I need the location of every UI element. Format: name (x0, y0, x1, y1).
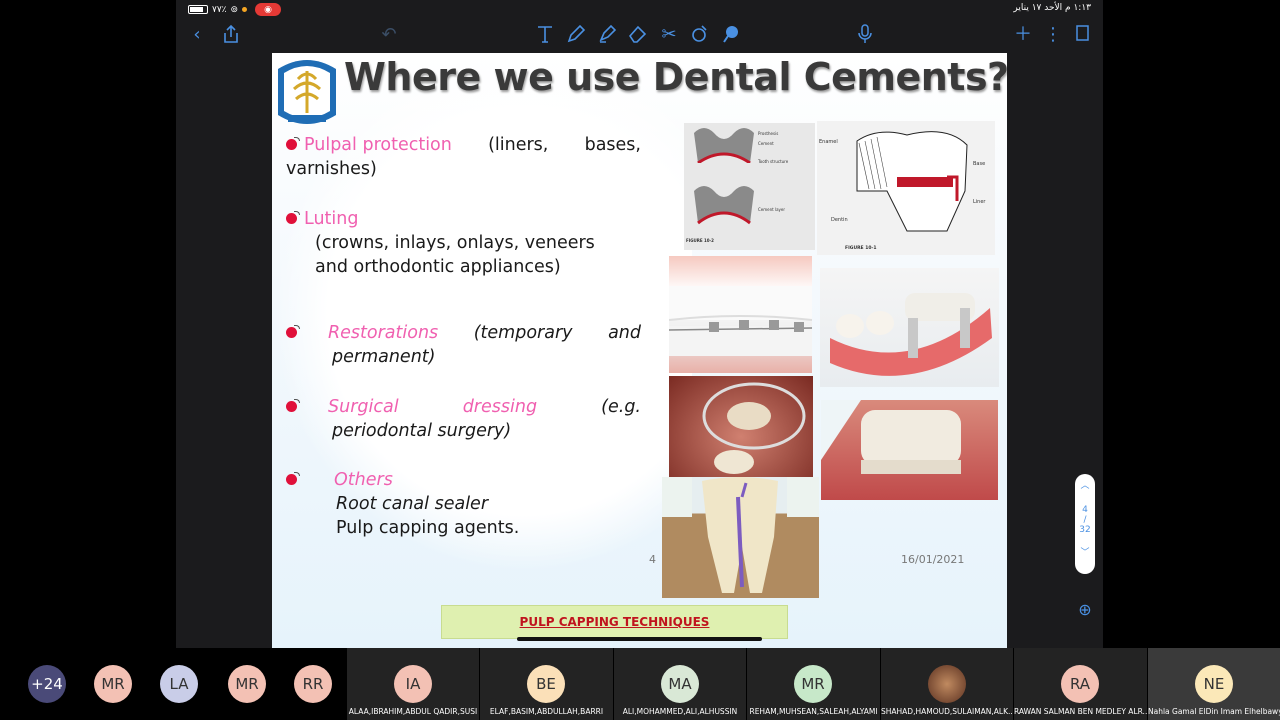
zoom-in-icon[interactable]: ⊕ (1068, 600, 1102, 624)
text-tool-icon[interactable] (534, 24, 556, 46)
home-indicator[interactable] (517, 637, 762, 641)
add-icon[interactable]: ＋ (1012, 24, 1034, 46)
avatar: MR (94, 665, 132, 703)
participant-name: ALI,MOHAMMED,ALI,ALHUSSIN (622, 707, 738, 716)
bullet-pulpal-protection: Pulpal protection (liners, bases, varnishe… (286, 135, 641, 179)
eraser-icon[interactable] (627, 24, 649, 46)
participant-name: SHAHAD,HAMOUD,SULAIMAN,ALK... (881, 707, 1013, 716)
fig-label: Cement (758, 141, 774, 146)
participant-tile[interactable]: RR (292, 648, 336, 720)
participant-name: RAWAN SALMAN BEN MEDLEY ALR... (1014, 707, 1147, 716)
pen-icon[interactable] (565, 24, 587, 46)
chevron-down-icon[interactable]: ﹀ (1075, 545, 1095, 558)
page-scroller[interactable]: ︿ 4 / 32 ﹀ (1075, 474, 1095, 574)
more-icon[interactable]: ⋮ (1042, 24, 1064, 46)
bomb-bullet-icon (286, 399, 300, 413)
pages-icon[interactable] (1072, 24, 1094, 46)
root-canal-illustration (662, 477, 819, 598)
participant-tile[interactable]: +24 (0, 648, 92, 720)
orange-dot-icon (242, 7, 248, 12)
participant-tile[interactable]: RA RAWAN SALMAN BEN MEDLEY ALR... (1014, 648, 1147, 720)
avatar: MR (794, 665, 832, 703)
liner-base-diagram: Enamel Base Dentin Liner FIGURE 10-1 (817, 121, 995, 255)
goodnotes-toolbar: ‹ ↶ ✂ ＋ ⋮ (176, 18, 1103, 52)
participant-name: ALAA,IBRAHIM,ABDUL QADIR,SUSI (348, 707, 478, 716)
bomb-bullet-icon (286, 325, 300, 339)
shapes-icon[interactable] (689, 24, 711, 46)
share-icon[interactable] (220, 24, 242, 46)
fig-label: Liner (973, 199, 986, 205)
back-chevron-icon[interactable]: ‹ (186, 24, 208, 46)
front-teeth-photo (821, 400, 998, 500)
bomb-bullet-icon (286, 211, 300, 225)
crown-cement-diagram: Prosthesis Cement Tooth structure Cement… (684, 123, 815, 250)
mouth-mirror-photo (669, 376, 813, 477)
participant-name: ELAF,BASIM,ABDULLAH,BARRI (489, 707, 604, 716)
avatar: BE (527, 665, 565, 703)
participant-tile-active[interactable]: NE Nahla Gamal ElDin Imam Elhelbawy (1148, 648, 1280, 720)
scissors-icon[interactable]: ✂ (658, 24, 680, 46)
dental-bridge-model (820, 268, 999, 387)
current-page: 4 (1082, 505, 1088, 515)
bullet-others: Others Root canal sealer Pulp capping ag… (286, 468, 641, 540)
participant-tile[interactable]: BE ELAF,BASIM,ABDULLAH,BARRI (480, 648, 613, 720)
fig-label: Enamel (819, 139, 838, 145)
avatar: LA (160, 665, 198, 703)
slide-date: 16/01/2021 (901, 553, 965, 566)
fig-label: Dentin (831, 217, 848, 223)
fig-label: Cement layer (758, 207, 785, 212)
bullet-luting: Luting (crowns, inlays, onlays, veneers … (286, 207, 641, 279)
slide-title: Where we use Dental Cements? (344, 55, 1007, 99)
fig-caption: FIGURE 10-2 (686, 238, 714, 243)
avatar: MR (228, 665, 266, 703)
participant-tile[interactable]: SHAHAD,HAMOUD,SULAIMAN,ALK... (881, 648, 1013, 720)
participant-tile[interactable]: LA (158, 648, 202, 720)
status-left: ٧٧٪ ⊚ ◉ (188, 3, 282, 16)
participants-bar: +24 MR LA MR RR IA ALAA,IBRAHIM,ABDUL QA… (0, 648, 1280, 720)
participant-name: REHAM,MUHSEAN,SALEAH,ALYAMI (749, 707, 878, 716)
pulp-capping-link[interactable]: PULP CAPPING TECHNIQUES (441, 605, 788, 639)
fig-label: Tooth structure (757, 159, 789, 164)
university-logo (274, 55, 340, 129)
fig-label: Base (973, 161, 985, 167)
participant-tile[interactable]: MR (226, 648, 270, 720)
avatar: +24 (28, 665, 66, 703)
page-divider: / (1083, 515, 1087, 525)
slide-page-number: 4 (649, 553, 656, 566)
bullet-restorations: Restorations (temporary and permanent) (286, 321, 641, 369)
microphone-icon[interactable] (854, 24, 876, 46)
pulp-capping-link-label: PULP CAPPING TECHNIQUES (519, 615, 710, 629)
avatar: RR (294, 665, 332, 703)
undo-icon[interactable]: ↶ (378, 24, 400, 46)
status-time: ١:١٣ م الأحد ١٧ يناير (1013, 3, 1091, 13)
avatar: MA (661, 665, 699, 703)
bomb-bullet-icon (286, 472, 300, 486)
bomb-bullet-icon (286, 137, 300, 151)
status-bar: ٧٧٪ ⊚ ◉ ١:١٣ م الأحد ١٧ يناير (176, 0, 1103, 18)
avatar: IA (394, 665, 432, 703)
highlighter-icon[interactable] (596, 24, 618, 46)
chevron-up-icon[interactable]: ︿ (1075, 478, 1095, 491)
avatar: RA (1061, 665, 1099, 703)
screen: ٧٧٪ ⊚ ◉ ١:١٣ م الأحد ١٧ يناير ‹ ↶ ✂ ＋ ⋮ … (0, 0, 1280, 720)
participant-tile[interactable]: MR REHAM,MUHSEAN,SALEAH,ALYAMI (747, 648, 880, 720)
participant-name: Nahla Gamal ElDin Imam Elhelbawy (1148, 707, 1280, 716)
link-icon: ⊚ (230, 4, 239, 15)
lasso-icon[interactable] (720, 24, 742, 46)
battery-percent: ٧٧٪ (212, 4, 227, 15)
avatar: NE (1195, 665, 1233, 703)
bullet-surgical-dressing: Surgical dressing (e.g. periodontal surger… (286, 395, 641, 443)
recording-indicator[interactable]: ◉ (255, 3, 282, 16)
total-pages: 32 (1079, 525, 1091, 535)
braces-photo (669, 256, 812, 373)
participant-tile[interactable]: IA ALAA,IBRAHIM,ABDUL QADIR,SUSI (347, 648, 479, 720)
participant-tile[interactable]: MA ALI,MOHAMMED,ALI,ALHUSSIN (614, 648, 746, 720)
battery-icon (188, 5, 208, 14)
fig-caption: FIGURE 10-1 (845, 245, 876, 251)
participant-tile[interactable]: MR (92, 648, 136, 720)
lecture-slide: Where we use Dental Cements? Pulpal prot… (272, 53, 1007, 648)
avatar-photo (928, 665, 966, 703)
fig-label: Prosthesis (758, 131, 778, 136)
